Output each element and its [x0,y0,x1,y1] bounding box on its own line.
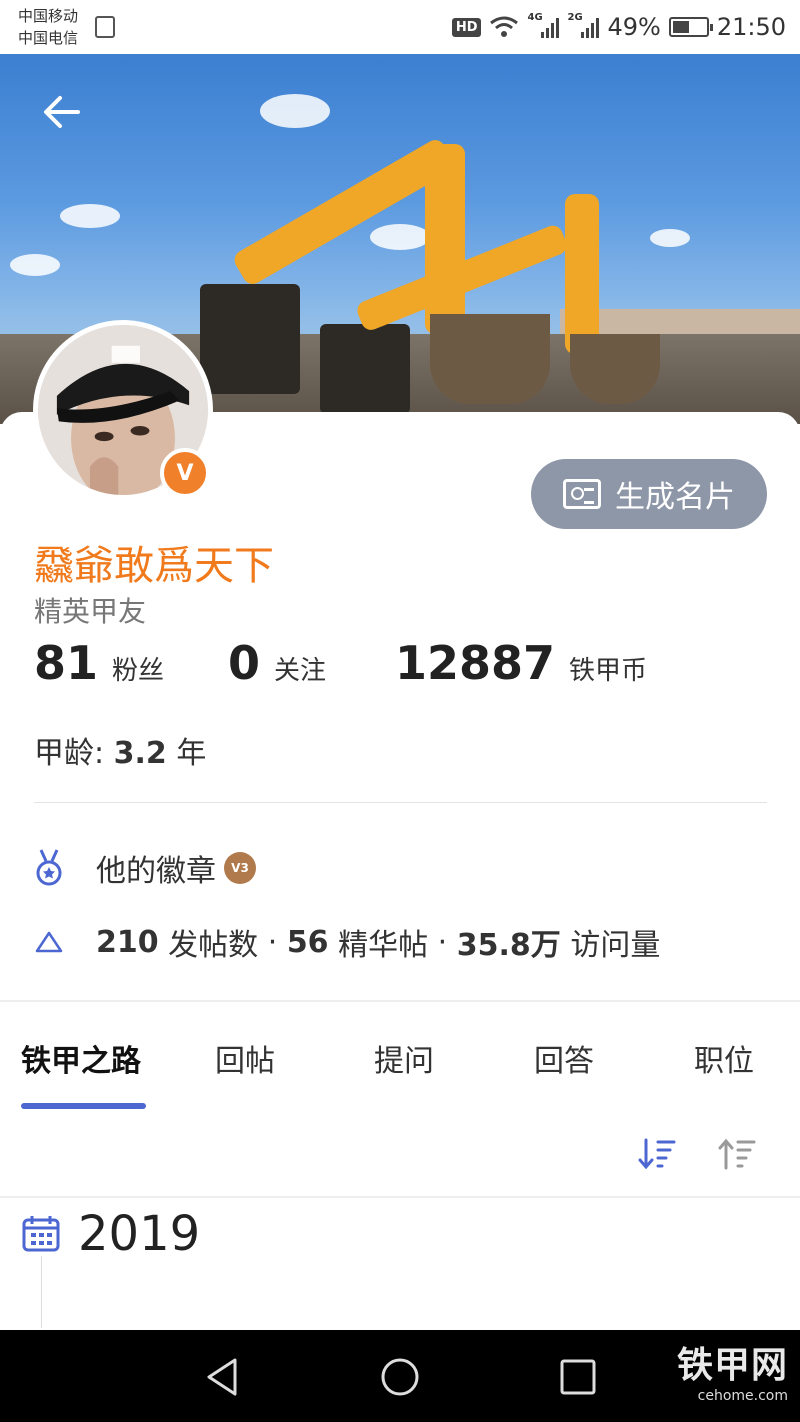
username: 飝爺敢爲天下 [34,543,274,589]
tab-answers[interactable]: 回答 [534,1036,594,1080]
id-card-icon [563,479,601,509]
status-bar: 中国移动 中国电信 HD 4G 2G 49% 21:50 [0,0,800,54]
back-button[interactable] [36,86,88,138]
status-icons: HD 4G 2G 49% 21:50 [451,10,786,44]
views-count: 35.8万 [456,928,561,963]
followers-stat[interactable]: 81 粉丝 [34,636,164,690]
tab-questions[interactable]: 提问 [374,1036,434,1080]
following-count: 0 [228,636,261,690]
signal-2g-icon: 2G [567,12,600,38]
sort-desc-icon [638,1138,676,1170]
v3-badge-icon: V3 [224,852,256,884]
nav-back-button[interactable] [197,1352,247,1402]
sim-icon [95,16,115,38]
clock: 21:50 [716,13,786,41]
following-stat[interactable]: 0 关注 [228,636,326,690]
separator: · [437,924,448,960]
watermark-main: 铁甲网 [676,1345,788,1386]
section-divider [0,1000,800,1002]
signal-4g-icon: 4G [527,12,560,38]
coins-count: 12887 [395,636,556,690]
calendar-icon [21,1213,61,1253]
stats-row: 81 粉丝 0 关注 12887 铁甲币 [0,636,800,692]
arrow-left-icon [44,96,80,128]
battery-icon [668,17,713,37]
sort-asc-icon [718,1138,756,1170]
post-count: 210 [96,924,159,960]
featured-count: 56 [286,924,329,960]
age-value: 3.2 [113,736,167,771]
triangle-back-icon [207,1358,237,1396]
nav-recents-button[interactable] [553,1352,603,1402]
carrier-info: 中国移动 中国电信 [18,5,78,49]
tab-jobs[interactable]: 职位 [694,1036,754,1080]
sort-ascending-button[interactable] [718,1134,758,1174]
watermark-logo: 铁甲网 cehome.com [677,1336,788,1404]
watermark-sub: cehome.com [697,1388,788,1404]
section-divider [0,1196,800,1198]
nav-home-button[interactable] [375,1352,425,1402]
divider [34,802,767,803]
badges-label: 他的徽章 [96,854,216,889]
profile-tabs: 铁甲之路 回帖 提问 回答 职位 [0,1030,800,1110]
separator: · [267,924,278,960]
sort-descending-button[interactable] [638,1134,678,1174]
generate-card-label: 生成名片 [615,480,735,515]
member-age: 甲龄: 3.2 年 [34,728,206,772]
coins-label: 铁甲币 [569,656,648,686]
battery-percent: 49% [607,13,661,41]
generate-card-button[interactable]: 生成名片 [531,459,767,529]
triangle-icon [34,922,64,962]
wifi-icon [490,16,519,37]
timeline-year: 2019 [78,1206,201,1262]
featured-label: 精华帖 [338,928,429,963]
views-label: 访问量 [570,928,661,963]
followers-count: 81 [34,636,99,690]
post-stats-row: 210 发帖数 · 56 精华帖 · 35.8万 访问量 [34,920,660,964]
post-count-label: 发帖数 [168,928,259,963]
timeline-line [41,1256,42,1328]
hd-icon: HD [451,17,482,37]
carrier-2: 中国电信 [18,29,79,47]
tab-indicator [21,1103,146,1109]
verified-icon: V [160,448,210,498]
member-level: 精英甲友 [34,595,147,628]
following-label: 关注 [274,656,327,686]
square-recents-icon [560,1359,596,1395]
followers-label: 粉丝 [112,656,165,686]
age-label: 甲龄: [34,736,105,771]
tab-replies[interactable]: 回帖 [215,1036,275,1080]
tab-road[interactable]: 铁甲之路 [21,1036,141,1080]
age-unit: 年 [176,736,207,771]
circle-home-icon [381,1358,419,1396]
coins-stat[interactable]: 12887 铁甲币 [395,636,647,690]
carrier-1: 中国移动 [18,7,79,25]
medal-icon [34,848,64,888]
badges-row[interactable]: 他的徽章 V3 [34,846,256,890]
